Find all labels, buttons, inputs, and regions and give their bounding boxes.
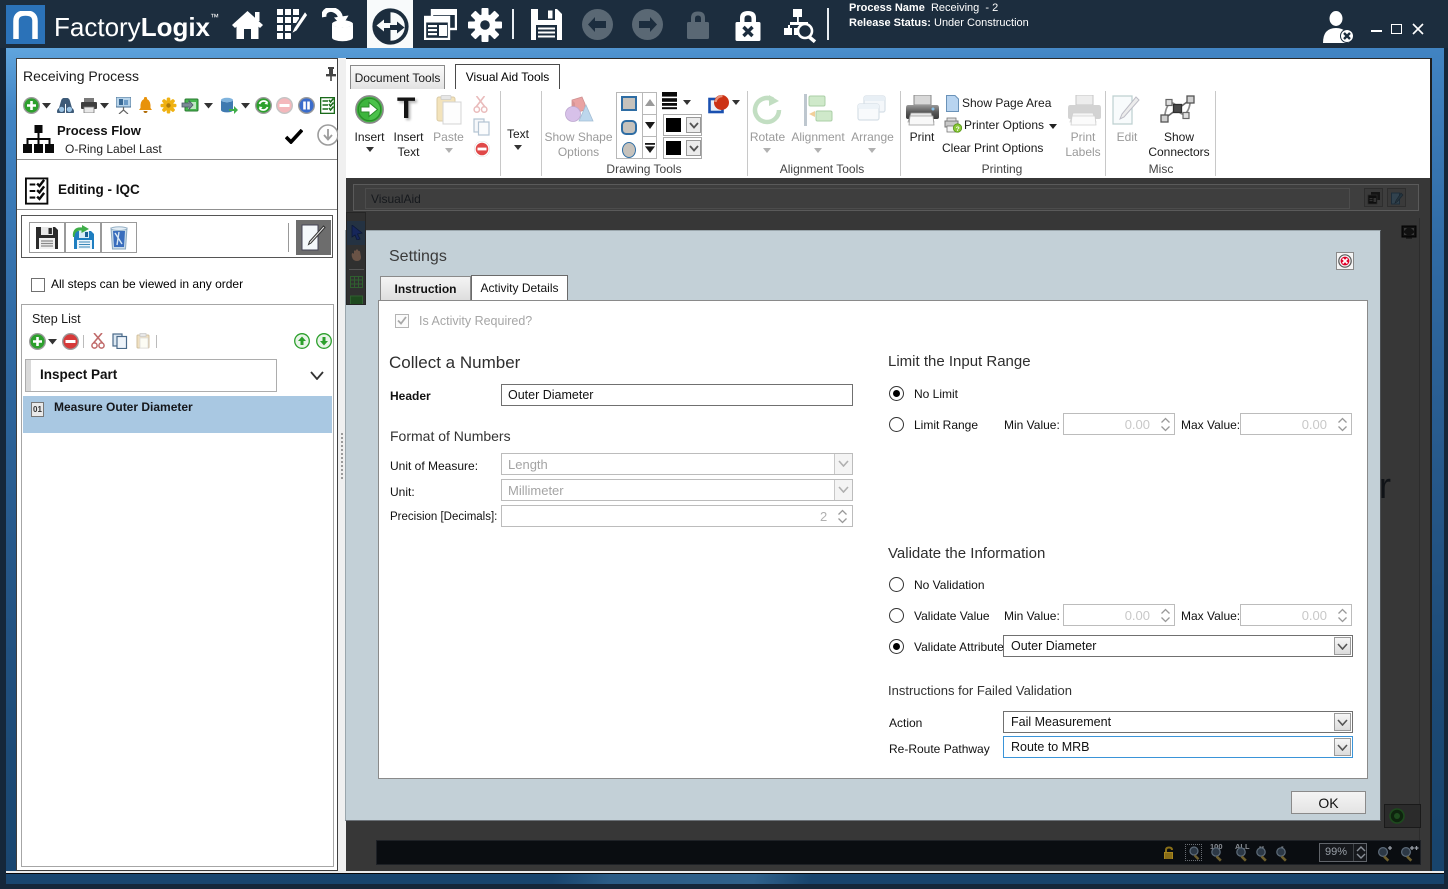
svg-text:?: ? — [956, 126, 960, 133]
